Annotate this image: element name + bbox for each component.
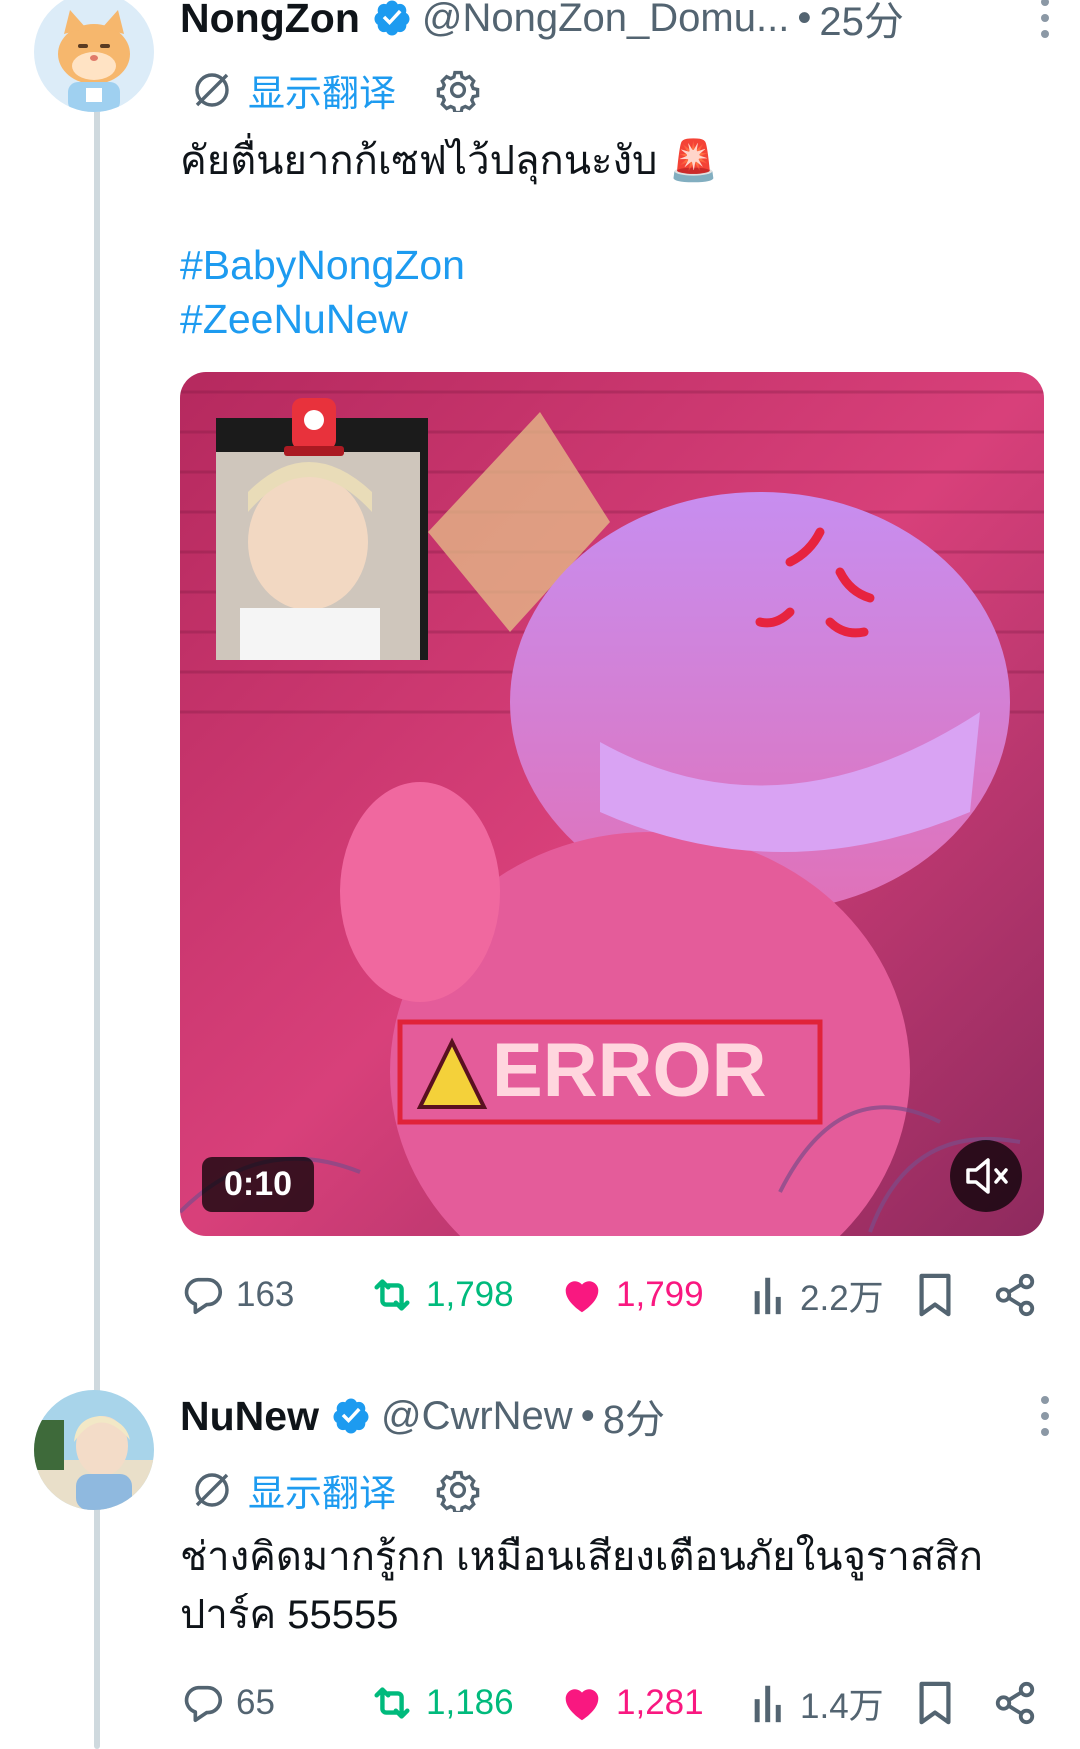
retweet-icon (374, 1279, 410, 1311)
bookmark-icon[interactable] (912, 1270, 958, 1320)
video-player[interactable]: ERROR 0:10 (180, 372, 1044, 1236)
analytics-bars-icon (754, 1277, 781, 1315)
tweet-actions-bar: 163 1,798 1,799 2.2万 (180, 1268, 1040, 1322)
nunew-profile-photo (34, 1390, 154, 1510)
gear-icon[interactable] (436, 68, 480, 112)
timestamp[interactable]: 8分 (603, 1387, 665, 1445)
verified-badge-icon (333, 1398, 369, 1434)
globe-no-translate-icon[interactable] (190, 68, 234, 112)
more-options-icon[interactable] (1030, 1392, 1060, 1440)
tweet-header: NuNew @CwrNew • 8分 (180, 1392, 1060, 1442)
separator-dot: • (797, 0, 812, 40)
tweet-header: NongZon @NongZon_Domu... • 25分 (180, 0, 1060, 44)
hashtag-link[interactable]: #BabyNongZon (180, 242, 465, 289)
view-count: 1.4万 (800, 1686, 884, 1726)
analytics-bars-icon (754, 1685, 781, 1723)
user-handle[interactable]: @CwrNew (381, 1394, 573, 1439)
retweet-count: 1,186 (426, 1683, 514, 1722)
like-count: 1,799 (616, 1275, 704, 1314)
reply-count: 65 (236, 1683, 275, 1722)
gear-icon[interactable] (436, 1468, 480, 1512)
retweet-count: 1,798 (426, 1275, 514, 1314)
avatar[interactable] (34, 1390, 154, 1510)
verified-badge-icon (374, 0, 410, 36)
views-button[interactable]: 2.2万 (750, 1268, 884, 1322)
avatar[interactable] (34, 0, 154, 112)
retweet-button[interactable]: 1,186 (368, 1676, 514, 1730)
views-button[interactable]: 1.4万 (750, 1676, 884, 1730)
view-count: 2.2万 (800, 1278, 884, 1318)
reply-bubble-icon (184, 1685, 223, 1723)
separator-dot: • (580, 1393, 595, 1438)
reply-count: 163 (236, 1275, 295, 1314)
translate-row: 显示翻译 (190, 66, 480, 114)
retweet-button[interactable]: 1,798 (368, 1268, 514, 1322)
error-overlay-text: ERROR (492, 1028, 766, 1113)
like-button[interactable]: 1,281 (558, 1676, 704, 1730)
like-count: 1,281 (616, 1683, 704, 1722)
tweet-actions-bar: 65 1,186 1,281 1.4万 (180, 1676, 1040, 1730)
hashtag-link[interactable]: #ZeeNuNew (180, 296, 408, 343)
display-name[interactable]: NuNew (180, 1393, 319, 1440)
show-translation-link[interactable]: 显示翻译 (248, 1463, 396, 1517)
speaker-muted-icon (966, 1158, 1008, 1194)
heart-filled-icon (565, 1281, 599, 1313)
cat-mascot-avatar-image (34, 0, 154, 112)
timestamp[interactable]: 25分 (819, 0, 904, 47)
globe-no-translate-icon[interactable] (190, 1468, 234, 1512)
display-name[interactable]: NongZon (180, 0, 360, 42)
reply-bubble-icon (184, 1277, 223, 1315)
retweet-icon (374, 1687, 410, 1719)
reply-button[interactable]: 163 (180, 1268, 294, 1322)
more-options-icon[interactable] (1030, 0, 1060, 42)
tweet-text: ช่างคิดมากรู้กก เหมือนเสียงเตือนภัยในจูร… (180, 1535, 983, 1637)
bookmark-icon[interactable] (912, 1678, 958, 1728)
user-handle[interactable]: @NongZon_Domu... (422, 0, 789, 41)
mute-toggle-button[interactable] (950, 1140, 1022, 1212)
share-icon[interactable] (992, 1270, 1038, 1320)
video-thumbnail-image: ERROR (180, 372, 1044, 1236)
tweet-nunew[interactable]: NuNew @CwrNew • 8分 显示翻译 ช่างคิดมากรู้กก … (0, 1380, 1080, 1749)
video-duration-badge: 0:10 (202, 1157, 315, 1212)
share-icon[interactable] (992, 1678, 1038, 1728)
tweet-nongzon[interactable]: NongZon @NongZon_Domu... • 25分 显示翻译 คัยต… (0, 0, 1080, 1340)
tweet-text: คัยตื่นยากก้เซฟไว้ปลุกนะงับ 🚨 (180, 139, 719, 183)
heart-filled-icon (565, 1689, 599, 1721)
like-button[interactable]: 1,799 (558, 1268, 704, 1322)
reply-button[interactable]: 65 (180, 1676, 275, 1730)
show-translation-link[interactable]: 显示翻译 (248, 63, 396, 117)
translate-row: 显示翻译 (190, 1466, 480, 1514)
